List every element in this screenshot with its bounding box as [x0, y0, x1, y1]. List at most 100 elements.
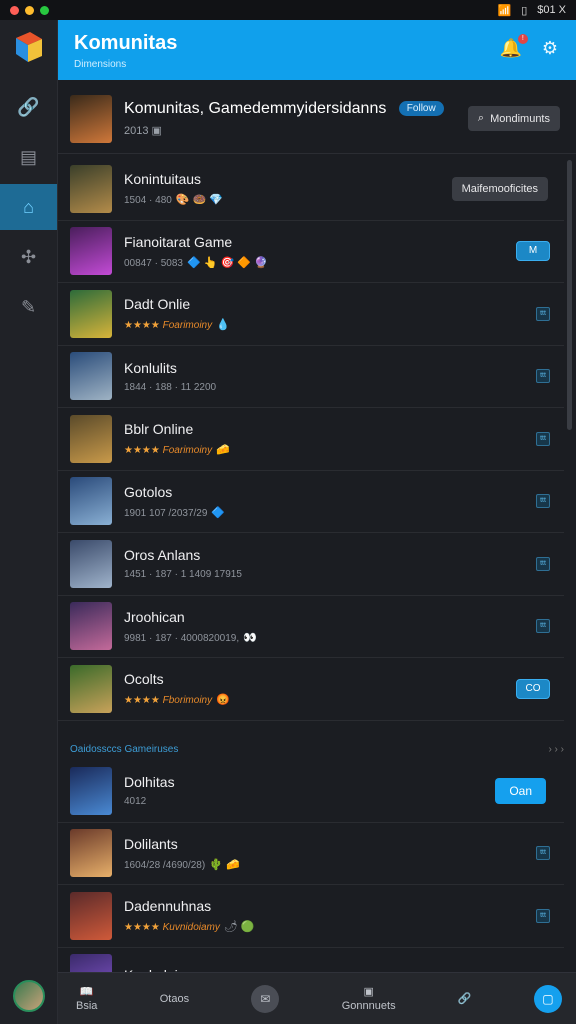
- battery-icon: ▯: [521, 4, 528, 17]
- sidebar-item-tools-icon[interactable]: ✎: [0, 284, 57, 330]
- game-meta: ★★★★ Kuvnidoiamy 🌶 🟢: [124, 920, 255, 933]
- box-icon: ▣: [363, 986, 374, 998]
- list-item[interactable]: Fianoitarat Game 00847 · 5083 🔷 👆 🎯 🔶 🔮 M: [58, 221, 564, 283]
- list-item[interactable]: Konlulits 1844 · 188 · 11 2200 ttt: [58, 346, 564, 408]
- sidebar-item-puzzle-icon[interactable]: ✣: [0, 234, 57, 280]
- game-badges: 🎨 🍩 💎: [175, 194, 224, 207]
- close-window-icon[interactable]: [10, 5, 19, 15]
- maximize-window-icon[interactable]: [40, 5, 49, 15]
- game-meta: 1451 · 187 · 1 1409 17915: [124, 569, 242, 580]
- game-thumbnail: [70, 539, 112, 588]
- page-subtitle: Dimensions: [74, 59, 127, 70]
- row-action-button[interactable]: ttt: [536, 556, 550, 571]
- sidebar-item-link-icon[interactable]: 🔗: [0, 84, 57, 130]
- genre-tag: Kuvnidoiamy: [162, 922, 220, 934]
- game-name: Gotolos: [124, 483, 173, 500]
- game-badges: 🔷: [211, 506, 226, 519]
- notification-badge: !: [517, 34, 528, 44]
- genre-tag: Foarimoiny: [162, 320, 213, 332]
- game-stats: 1901 107 /2037/29: [124, 507, 208, 519]
- game-name: Konlulits: [124, 359, 177, 376]
- game-stats: 00847 · 5083: [124, 257, 183, 269]
- app-logo-icon[interactable]: [12, 30, 46, 64]
- game-thumbnail: [70, 352, 112, 401]
- game-thumbnail: [70, 891, 112, 940]
- game-badges: 💧: [216, 319, 230, 332]
- list-item[interactable]: Konintuitaus 1504 · 480 🎨 🍩 💎 Maifemooficit…: [58, 158, 564, 221]
- game-thumbnail: [70, 766, 112, 815]
- game-name: Konintuitaus: [124, 171, 202, 188]
- game-stats: 9981 · 187 · 4000820019,: [124, 632, 240, 644]
- game-stats: 1604/28 /4690/28): [124, 859, 206, 871]
- list-item[interactable]: Dolhitas 4012 Oan: [58, 760, 564, 823]
- minimize-window-icon[interactable]: [25, 5, 34, 15]
- game-stats: 1844 · 188 · 11 2200: [124, 381, 217, 393]
- rating-stars: ★★★★: [124, 922, 160, 934]
- row-action-button[interactable]: ttt: [536, 306, 550, 321]
- rating-stars: ★★★★: [124, 320, 160, 332]
- row-action-button[interactable]: CO: [516, 678, 550, 699]
- notifications-bell-icon[interactable]: 🔔!: [499, 34, 528, 59]
- game-name: Dolilants: [124, 835, 178, 852]
- game-thumbnail: [70, 829, 112, 878]
- featured-game[interactable]: Komunitas, Gamedemmyidersidanns Follow 2…: [58, 84, 576, 154]
- game-list: Konintuitaus 1504 · 480 🎨 🍩 💎 Maifemooficit…: [58, 158, 564, 721]
- wifi-icon: 📶: [497, 4, 512, 17]
- row-action-button[interactable]: ttt: [536, 846, 550, 861]
- list-item[interactable]: Gotolos 1901 107 /2037/29 🔷 ttt: [58, 471, 564, 533]
- genre-tag: Fborimoiny: [162, 695, 213, 707]
- avatar[interactable]: [13, 980, 45, 1012]
- bottom-tab-library[interactable]: 📖 Bsia: [76, 985, 97, 1012]
- game-meta: ★★★★ Foarimoiny 💧: [124, 318, 230, 331]
- bottom-tab-communities[interactable]: ▣ Gonnnuets: [342, 985, 396, 1012]
- game-name: Dolhitas: [124, 774, 175, 791]
- game-meta: ★★★★ Foarimoiny 🧀: [124, 443, 230, 456]
- row-action-button[interactable]: M: [516, 241, 550, 262]
- section-more-link[interactable]: › › ›: [548, 744, 564, 755]
- game-name: Ocolts: [124, 671, 164, 688]
- window-controls[interactable]: [10, 5, 49, 15]
- list-item[interactable]: Dadt Onlie ★★★★ Foarimoiny 💧 ttt: [58, 283, 564, 346]
- sidebar-item-community-icon[interactable]: ⌂: [0, 184, 57, 230]
- list-item[interactable]: Bblr Online ★★★★ Foarimoiny 🧀 ttt: [58, 408, 564, 471]
- section-header: Oaidossccs Gameiruses › › ›: [70, 744, 564, 755]
- search-icon: ⌕: [477, 112, 485, 124]
- list-item[interactable]: Ocolts ★★★★ Fborimoiny 😡 CO: [58, 658, 564, 721]
- bottom-tab-otaos[interactable]: Otaos: [160, 993, 189, 1005]
- game-name: Jroohican: [124, 608, 185, 625]
- scrollbar[interactable]: [567, 160, 572, 430]
- game-stats: 4012: [124, 796, 147, 808]
- section-title: Oaidossccs Gameiruses: [70, 744, 179, 755]
- rating-stars: ★★★★: [124, 445, 160, 457]
- game-badges: 🔷 👆 🎯 🔶 🔮: [186, 256, 268, 269]
- game-name: Dadt Onlie: [124, 296, 191, 313]
- game-badges: 🧀: [216, 444, 230, 457]
- status-bar: 📶 ▯ $01 X: [0, 0, 576, 20]
- game-stats: 1504 · 480: [124, 195, 172, 207]
- game-meta: 9981 · 187 · 4000820019, 👀: [124, 631, 257, 644]
- link-icon[interactable]: 🔗: [458, 992, 472, 1005]
- chat-icon[interactable]: ▢: [533, 984, 562, 1013]
- row-action-button[interactable]: ttt: [536, 369, 550, 384]
- settings-gear-icon[interactable]: ⚙: [542, 38, 558, 59]
- row-action-button[interactable]: Maifemooficites: [451, 176, 548, 201]
- game-badges: 😡: [216, 694, 230, 707]
- list-item[interactable]: Dadennuhnas ★★★★ Kuvnidoiamy 🌶 🟢 ttt: [58, 885, 564, 948]
- row-action-button[interactable]: Oan: [495, 777, 546, 804]
- mail-icon[interactable]: ✉: [251, 984, 280, 1013]
- status-indicators: 📶 ▯ $01 X: [497, 4, 566, 17]
- page-title: Komunitas: [74, 32, 178, 54]
- sidebar-item-news-icon[interactable]: ▤: [0, 134, 57, 180]
- row-action-button[interactable]: ttt: [536, 908, 550, 923]
- game-meta: 1504 · 480 🎨 🍩 💎: [124, 193, 223, 206]
- row-action-button[interactable]: ttt: [536, 494, 550, 509]
- row-action-button[interactable]: ttt: [536, 431, 550, 446]
- featured-action-button[interactable]: ⌕ Mondimunts: [467, 106, 560, 131]
- row-action-button[interactable]: ttt: [536, 619, 550, 634]
- list-item[interactable]: Jroohican 9981 · 187 · 4000820019, 👀 ttt: [58, 596, 564, 658]
- game-thumbnail: [70, 227, 112, 276]
- follow-pill-button[interactable]: Follow: [398, 101, 444, 117]
- list-item[interactable]: Oros Anlans 1451 · 187 · 1 1409 17915 ttt: [58, 533, 564, 596]
- game-meta: 1844 · 188 · 11 2200: [124, 382, 216, 393]
- list-item[interactable]: Dolilants 1604/28 /4690/28) 🌵 🧀 ttt: [58, 823, 564, 885]
